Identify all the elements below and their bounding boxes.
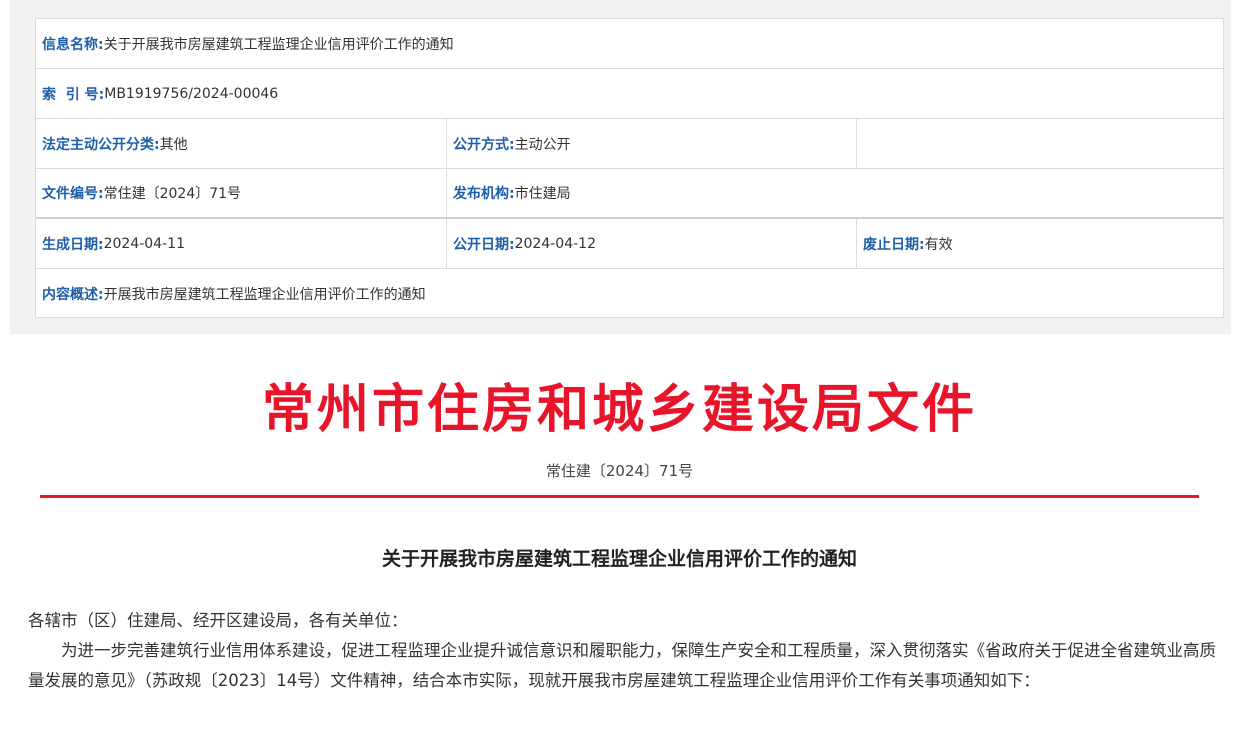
red-header-title: 常州市住房和城乡建设局文件 (261, 379, 977, 440)
info-name-value: 关于开展我市房屋建筑工程监理企业信用评价工作的通知 (103, 36, 454, 53)
info-row-dates: 生成日期: 2024-04-11 公开日期: 2024-04-12 废止日期: … (36, 219, 1223, 269)
info-docno-value: 常住建〔2024〕71号 (103, 186, 242, 202)
info-panel: 信息名称: 关于开展我市房屋建筑工程监理企业信用评价工作的通知 索 引 号: M… (10, 0, 1231, 334)
info-created-value: 2024-04-11 (103, 235, 185, 252)
info-publisher-value: 市住建局 (514, 186, 571, 202)
info-published-label: 公开日期: (453, 236, 515, 253)
info-created-label: 生成日期: (42, 236, 104, 253)
info-index-value: MB1919756/2024-00046 (104, 85, 279, 102)
info-name-label: 信息名称: (42, 36, 104, 53)
info-row-docno: 文件编号: 常住建〔2024〕71号 发布机构: 市住建局 (36, 169, 1223, 219)
info-category-value: 其他 (159, 136, 188, 153)
document-number: 常住建〔2024〕71号 (545, 462, 694, 480)
notice-title: 关于开展我市房屋建筑工程监理企业信用评价工作的通知 (381, 548, 857, 570)
info-published-value: 2024-04-12 (514, 235, 596, 252)
salutation: 各辖市（区）住建局、经开区建设局，各有关单位： (28, 611, 408, 630)
info-category-label: 法定主动公开分类: (42, 136, 160, 153)
info-row-index: 索 引 号: MB1919756/2024-00046 (36, 69, 1223, 119)
info-row-category: 法定主动公开分类: 其他 公开方式: 主动公开 (36, 119, 1223, 169)
info-row-name: 信息名称: 关于开展我市房屋建筑工程监理企业信用评价工作的通知 (36, 19, 1223, 69)
info-empty-cell (857, 119, 1224, 168)
body-paragraph: 为进一步完善建筑行业信用体系建设，促进工程监理企业提升诚信意识和履职能力，保障生… (28, 641, 1216, 690)
info-publisher-label: 发布机构: (453, 186, 515, 202)
info-method-label: 公开方式: (453, 136, 515, 153)
info-docno-label: 文件编号: (42, 186, 104, 202)
info-summary-value: 开展我市房屋建筑工程监理企业信用评价工作的通知 (103, 286, 426, 303)
info-index-label: 索 引 号: (42, 86, 105, 103)
info-expiry-value: 有效 (924, 236, 953, 253)
info-row-summary: 内容概述: 开展我市房屋建筑工程监理企业信用评价工作的通知 (36, 269, 1223, 318)
info-summary-label: 内容概述: (42, 286, 104, 303)
info-method-value: 主动公开 (514, 136, 571, 153)
info-expiry-label: 废止日期: (863, 236, 925, 253)
document-body: 各辖市（区）住建局、经开区建设局，各有关单位： 为进一步完善建筑行业信用体系建设… (28, 606, 1218, 696)
info-table: 信息名称: 关于开展我市房屋建筑工程监理企业信用评价工作的通知 索 引 号: M… (35, 18, 1224, 318)
red-divider-line (40, 495, 1199, 498)
